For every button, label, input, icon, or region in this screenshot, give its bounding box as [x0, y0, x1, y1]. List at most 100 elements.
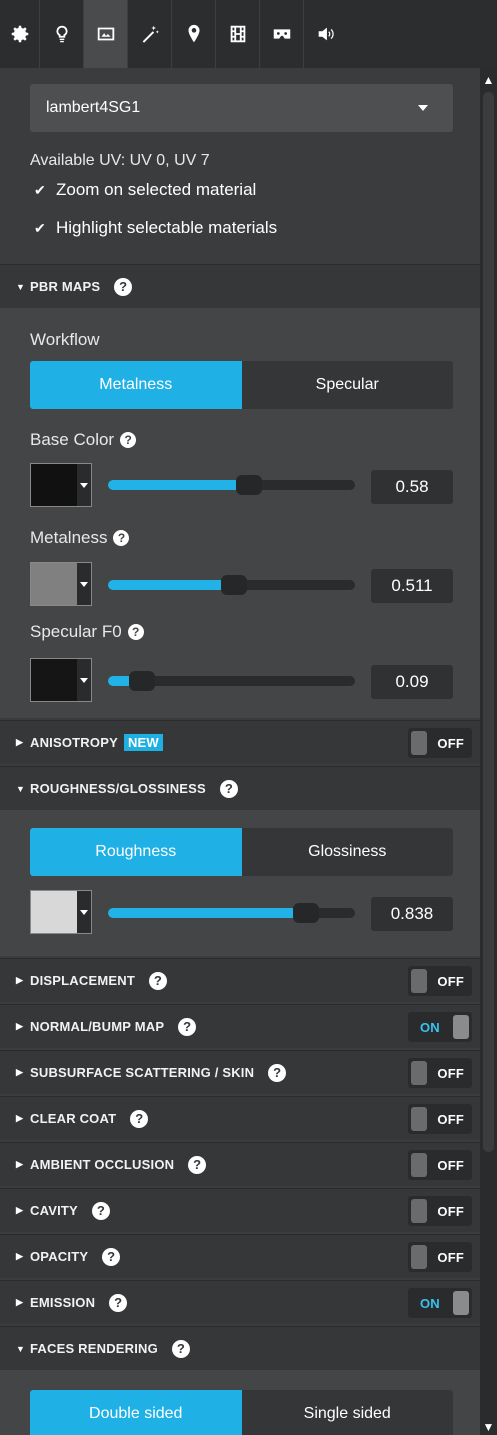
metalness-slider[interactable]: [108, 575, 355, 595]
roughness-value[interactable]: 0.838: [371, 897, 453, 931]
help-icon[interactable]: ?: [178, 1017, 197, 1036]
new-badge: NEW: [123, 734, 163, 751]
triangle-right-icon: ▶: [16, 1205, 24, 1215]
map-pin-icon[interactable]: [172, 0, 216, 68]
scrollbar-thumb[interactable]: [483, 92, 494, 1152]
section-header-opacity[interactable]: ▶ OPACITY ? OFF: [0, 1234, 480, 1278]
toggle-state: ON: [420, 1296, 440, 1311]
section-header-displacement[interactable]: ▶ DISPLACEMENT ? OFF: [0, 958, 480, 1002]
chevron-down-icon[interactable]: [77, 659, 91, 701]
section-header-roughness[interactable]: ▼ ROUGHNESS/GLOSSINESS ?: [0, 766, 480, 810]
speaker-icon[interactable]: [304, 0, 348, 68]
section-header-ambient-occlusion[interactable]: ▶ AMBIENT OCCLUSION ? OFF: [0, 1142, 480, 1186]
scroll-down-icon[interactable]: ▼: [482, 1421, 495, 1433]
base-color-value[interactable]: 0.58: [371, 470, 453, 504]
section-header-anisotropy[interactable]: ▶ ANISOTROPY NEW OFF: [0, 720, 480, 764]
toggle-state: OFF: [437, 1112, 464, 1127]
workflow-option-specular[interactable]: Specular: [242, 361, 454, 409]
chevron-down-icon[interactable]: [77, 563, 91, 605]
clear-coat-toggle[interactable]: OFF: [408, 1104, 472, 1134]
zoom-on-selected-label: Zoom on selected material: [56, 180, 257, 199]
chevron-down-icon[interactable]: [77, 891, 91, 933]
section-header-clear-coat[interactable]: ▶ CLEAR COAT ? OFF: [0, 1096, 480, 1140]
displacement-toggle[interactable]: OFF: [408, 966, 472, 996]
lightbulb-icon[interactable]: [40, 0, 84, 68]
color-preview: [31, 891, 77, 933]
gear-icon[interactable]: [0, 0, 40, 68]
workflow-option-metalness[interactable]: Metalness: [30, 361, 242, 409]
slider-fill: [108, 580, 238, 590]
section-header-normal-bump[interactable]: ▶ NORMAL/BUMP MAP ? ON: [0, 1004, 480, 1048]
section-title: EMISSION: [30, 1295, 96, 1310]
material-select[interactable]: lambert4SG1: [30, 84, 453, 132]
scroll-up-icon[interactable]: ▲: [482, 74, 495, 86]
roughness-body: Roughness Glossiness 0.838: [0, 810, 480, 956]
help-icon[interactable]: ?: [120, 432, 137, 448]
help-icon[interactable]: ?: [113, 530, 130, 546]
vr-headset-icon[interactable]: [260, 0, 304, 68]
option-double-sided[interactable]: Double sided: [30, 1390, 242, 1435]
help-icon[interactable]: ?: [130, 1109, 149, 1128]
top-toolbar: [0, 0, 497, 68]
base-color-label: Base Color?: [30, 430, 137, 450]
workflow-segmented-control: Metalness Specular: [30, 361, 453, 409]
option-single-sided[interactable]: Single sided: [242, 1390, 454, 1435]
toggle-knob: [453, 1291, 469, 1315]
section-header-emission[interactable]: ▶ EMISSION ? ON: [0, 1280, 480, 1324]
triangle-right-icon: ▶: [16, 1067, 24, 1077]
metalness-value[interactable]: 0.511: [371, 569, 453, 603]
opacity-toggle[interactable]: OFF: [408, 1242, 472, 1272]
help-icon[interactable]: ?: [109, 1293, 128, 1312]
toggle-state: OFF: [437, 1204, 464, 1219]
base-color-swatch[interactable]: [30, 463, 92, 507]
roughness-swatch[interactable]: [30, 890, 92, 934]
section-header-faces-rendering[interactable]: ▼ FACES RENDERING ?: [0, 1326, 480, 1370]
section-title: OPACITY: [30, 1249, 89, 1264]
cavity-toggle[interactable]: OFF: [408, 1196, 472, 1226]
ambient-occlusion-toggle[interactable]: OFF: [408, 1150, 472, 1180]
help-icon[interactable]: ?: [171, 1339, 190, 1358]
vertical-scrollbar[interactable]: ▲ ▼: [480, 68, 497, 1435]
section-header-cavity[interactable]: ▶ CAVITY ? OFF: [0, 1188, 480, 1232]
workflow-label: Workflow: [30, 330, 100, 349]
slider-thumb[interactable]: [236, 475, 263, 495]
zoom-on-selected-checkbox[interactable]: ✔ Zoom on selected material: [34, 180, 256, 200]
help-icon[interactable]: ?: [91, 1201, 110, 1220]
checkmark-icon: ✔: [34, 219, 46, 236]
slider-thumb[interactable]: [292, 903, 319, 923]
magic-wand-icon[interactable]: [128, 0, 172, 68]
help-icon[interactable]: ?: [268, 1063, 287, 1082]
section-title: AMBIENT OCCLUSION: [30, 1157, 175, 1172]
roughness-slider[interactable]: [108, 903, 355, 923]
help-icon[interactable]: ?: [127, 624, 144, 640]
normal-bump-toggle[interactable]: ON: [408, 1012, 472, 1042]
chevron-down-icon[interactable]: [77, 464, 91, 506]
film-icon[interactable]: [216, 0, 260, 68]
specular-f0-swatch[interactable]: [30, 658, 92, 702]
anisotropy-toggle[interactable]: OFF: [408, 728, 472, 758]
subsurface-toggle[interactable]: OFF: [408, 1058, 472, 1088]
specular-f0-slider[interactable]: [108, 671, 355, 691]
highlight-selectable-checkbox[interactable]: ✔ Highlight selectable materials: [34, 218, 277, 238]
emission-toggle[interactable]: ON: [408, 1288, 472, 1318]
option-glossiness[interactable]: Glossiness: [242, 828, 454, 876]
help-icon[interactable]: ?: [188, 1155, 207, 1174]
option-roughness[interactable]: Roughness: [30, 828, 242, 876]
slider-thumb[interactable]: [128, 671, 155, 691]
slider-fill: [108, 480, 254, 490]
specular-f0-value[interactable]: 0.09: [371, 665, 453, 699]
section-header-pbr-maps[interactable]: ▼ PBR MAPS ?: [0, 264, 480, 308]
help-icon[interactable]: ?: [102, 1247, 121, 1266]
metalness-swatch[interactable]: [30, 562, 92, 606]
triangle-right-icon: ▶: [16, 1113, 24, 1123]
image-icon[interactable]: [84, 0, 128, 68]
triangle-down-icon: ▼: [16, 281, 26, 292]
base-color-label-text: Base Color: [30, 430, 115, 449]
base-color-slider[interactable]: [108, 475, 355, 495]
help-icon[interactable]: ?: [148, 971, 167, 990]
section-header-subsurface[interactable]: ▶ SUBSURFACE SCATTERING / SKIN ? OFF: [0, 1050, 480, 1094]
triangle-right-icon: ▶: [16, 1159, 24, 1169]
slider-thumb[interactable]: [220, 575, 247, 595]
help-icon[interactable]: ?: [219, 779, 238, 798]
help-icon[interactable]: ?: [114, 277, 133, 296]
